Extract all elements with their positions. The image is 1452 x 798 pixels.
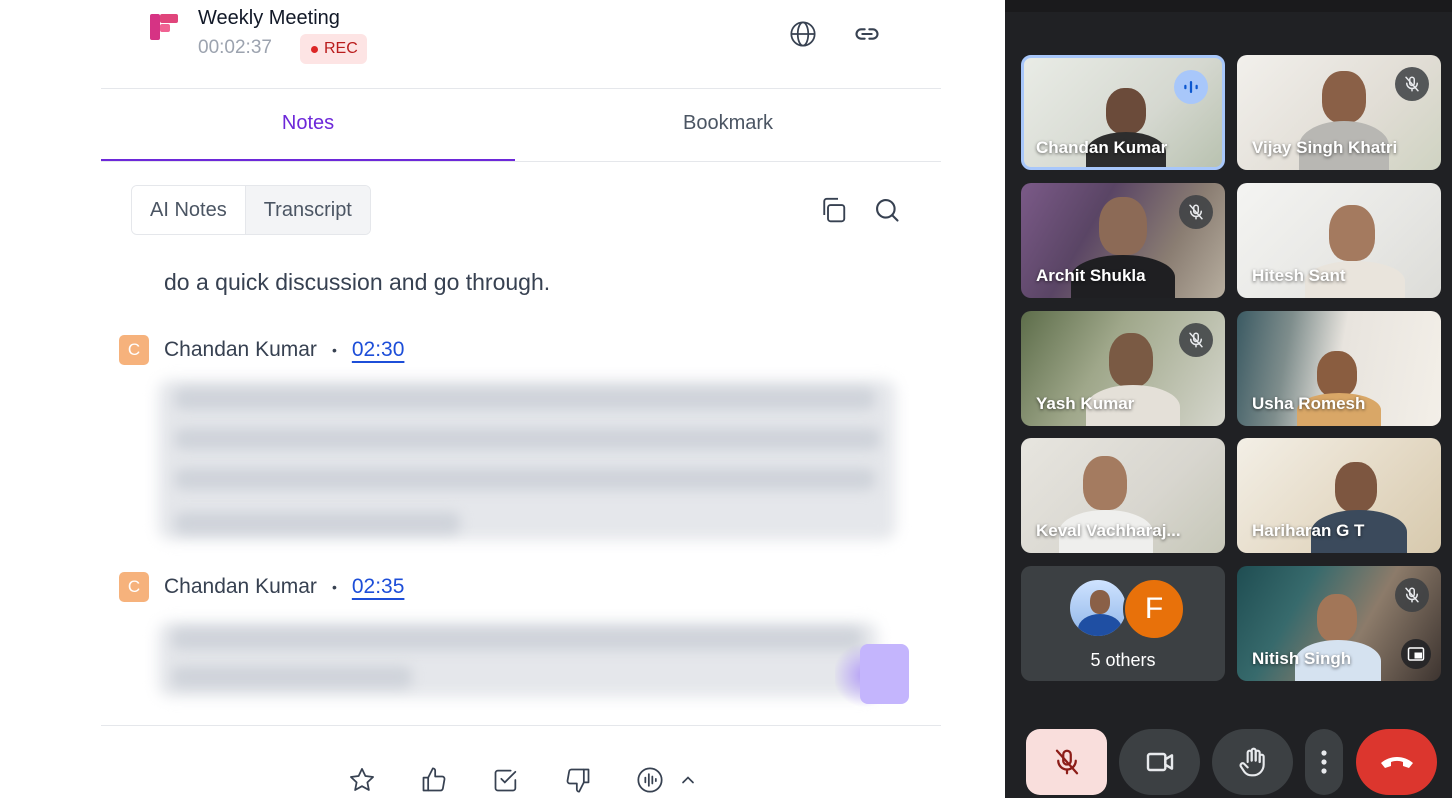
search-icon (876, 199, 899, 222)
audio-wave-icon (637, 767, 663, 793)
participant-name: Usha Romesh (1252, 394, 1366, 413)
participant-name: Yash Kumar (1036, 394, 1135, 413)
search-button[interactable] (867, 190, 907, 230)
language-button[interactable] (781, 12, 825, 56)
chevron-up-icon (682, 776, 694, 784)
assistant-fab-button[interactable] (860, 644, 909, 704)
participant-name: Hitesh Sant (1252, 266, 1346, 285)
picture-in-picture-icon (1407, 647, 1425, 661)
end-call-button[interactable] (1356, 729, 1437, 795)
thumbs-down-button[interactable] (560, 762, 596, 798)
microphone-toggle-button[interactable] (1026, 729, 1107, 795)
participant-tile[interactable]: Chandan Kumar (1021, 55, 1225, 170)
recording-badge: REC (300, 34, 367, 64)
notes-view-toggle: AI Notes Transcript (131, 185, 371, 235)
transcript-entry-header: C Chandan Kumar • 02:35 (119, 572, 404, 602)
camera-icon (1146, 752, 1173, 772)
mic-off-icon (1395, 578, 1429, 612)
call-top-bar (1005, 0, 1452, 12)
transcript-entry-header: C Chandan Kumar • 02:30 (119, 335, 404, 365)
participant-tile[interactable]: Hitesh Sant (1237, 183, 1441, 298)
copy-link-button[interactable] (845, 12, 889, 56)
checkbox-icon (494, 769, 517, 792)
participant-tile[interactable]: Hariharan G T (1237, 438, 1441, 553)
participant-tile[interactable]: Keval Vachharaj... (1021, 438, 1225, 553)
speaker-name: Chandan Kumar (164, 575, 317, 598)
copy-icon (823, 197, 846, 223)
participant-name: Nitish Singh (1252, 649, 1352, 668)
participant-name: Vijay Singh Khatri (1252, 138, 1398, 157)
notes-panel: Weekly Meeting 00:02:37 REC Notes Bookma… (0, 0, 1005, 798)
divider (101, 161, 941, 162)
speaker-name: Chandan Kumar (164, 338, 317, 361)
expand-button[interactable] (670, 762, 706, 798)
mic-off-icon (1055, 749, 1078, 775)
thumbs-down-icon (566, 768, 590, 793)
avatar: C (119, 572, 149, 602)
thumbs-up-button[interactable] (416, 762, 452, 798)
app-logo-icon (150, 14, 178, 40)
more-options-button[interactable] (1305, 729, 1343, 795)
picture-in-picture-button[interactable] (1401, 639, 1431, 669)
divider (101, 88, 941, 89)
end-call-icon (1380, 757, 1413, 768)
tab-notes[interactable]: Notes (101, 112, 515, 135)
raise-hand-button[interactable] (1212, 729, 1293, 795)
participant-tile[interactable]: Archit Shukla (1021, 183, 1225, 298)
raise-hand-icon (1238, 747, 1265, 777)
segment-transcript[interactable]: Transcript (245, 186, 370, 234)
meeting-title: Weekly Meeting (198, 7, 340, 29)
globe-icon (790, 21, 816, 47)
participant-name: Archit Shukla (1036, 266, 1146, 285)
dot-separator: • (331, 579, 337, 595)
avatar (1068, 578, 1128, 638)
participant-tile[interactable]: Yash Kumar (1021, 311, 1225, 426)
thumbs-up-icon (422, 767, 446, 792)
others-count-label: 5 others (1090, 650, 1156, 670)
link-icon (855, 28, 879, 40)
audio-button[interactable] (632, 762, 668, 798)
participant-tile[interactable]: Nitish Singh (1237, 566, 1441, 681)
copy-button[interactable] (813, 190, 853, 230)
meeting-elapsed-time: 00:02:37 (198, 37, 272, 58)
tab-bookmark[interactable]: Bookmark (515, 112, 941, 135)
video-call-panel: Chandan Kumar Vijay Singh Khatri Archit … (1005, 0, 1452, 798)
divider (101, 725, 941, 726)
participant-name: Keval Vachharaj... (1036, 521, 1181, 540)
recording-label: REC (324, 40, 358, 57)
star-icon (350, 768, 374, 791)
star-button[interactable] (344, 762, 380, 798)
avatar: C (119, 335, 149, 365)
timestamp-link[interactable]: 02:35 (352, 575, 405, 599)
mic-off-icon (1395, 67, 1429, 101)
more-icon (1321, 750, 1327, 774)
avatar: F (1123, 578, 1185, 640)
segment-ai-notes[interactable]: AI Notes (132, 186, 246, 234)
others-tile[interactable]: F 5 others (1021, 566, 1225, 681)
speaking-indicator-icon (1174, 70, 1208, 104)
participant-tile[interactable]: Vijay Singh Khatri (1237, 55, 1441, 170)
participant-tile[interactable]: Usha Romesh (1237, 311, 1441, 426)
recording-dot-icon (311, 45, 318, 53)
timestamp-link[interactable]: 02:30 (352, 338, 405, 362)
camera-toggle-button[interactable] (1119, 729, 1200, 795)
action-item-button[interactable] (488, 762, 524, 798)
mic-off-icon (1179, 195, 1213, 229)
transcript-partial-line: do a quick discussion and go through. (164, 269, 551, 295)
dot-separator: • (331, 342, 337, 358)
participant-name: Hariharan G T (1252, 521, 1365, 540)
participant-name: Chandan Kumar (1036, 138, 1168, 157)
mic-off-icon (1179, 323, 1213, 357)
